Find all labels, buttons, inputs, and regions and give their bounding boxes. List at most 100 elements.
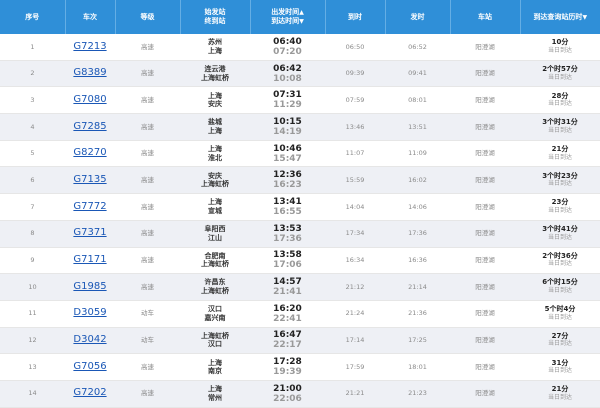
duration-cell: 6个时15分 当日到达 (520, 273, 600, 301)
train-cell[interactable]: G7080 (65, 86, 115, 115)
depart-time: 13:53 (273, 223, 302, 234)
arrival-day: 当日到达 (547, 46, 572, 54)
header-stations-line1: 始发站 (204, 8, 226, 16)
train-number-link[interactable]: G8389 (73, 67, 106, 78)
train-number-link[interactable]: G7285 (73, 121, 106, 132)
train-grade: 高速 (115, 86, 180, 115)
train-cell[interactable]: G7171 (65, 247, 115, 275)
train-cell[interactable]: G7056 (65, 353, 115, 381)
train-number-link[interactable]: G1985 (73, 281, 106, 292)
destination-station: 上海 (208, 126, 222, 135)
arrival-day: 当日到达 (547, 180, 572, 188)
train-number-link[interactable]: G7171 (73, 254, 106, 265)
arrive-time: 15:47 (273, 153, 302, 164)
depart-time: 12:36 (273, 170, 302, 181)
row-seq: 6 (0, 166, 65, 195)
train-cell[interactable]: G7202 (65, 380, 115, 408)
sort-up-icon[interactable]: ▲ (299, 8, 304, 17)
arrive-at-station: 06:50 (325, 34, 385, 61)
train-cell[interactable]: D3059 (65, 300, 115, 328)
query-station: 阳澄湖 (450, 34, 520, 61)
train-number-link[interactable]: G7202 (73, 387, 106, 398)
depart-from-station: 21:14 (385, 273, 450, 301)
destination-station: 上海虹桥 (201, 180, 229, 189)
depart-time: 16:47 (273, 330, 302, 341)
header-train: 车次 (65, 0, 116, 34)
query-station: 阳澄湖 (450, 273, 520, 301)
duration-value: 2个时57分 (542, 64, 578, 73)
train-cell[interactable]: D3042 (65, 327, 115, 355)
origin-station: 连云港 (204, 64, 226, 73)
train-cell[interactable]: G8270 (65, 140, 115, 168)
train-cell[interactable]: G7772 (65, 193, 115, 221)
depart-arrive-times: 14:57 21:41 (250, 273, 325, 301)
origin-destination: 苏州 上海 (180, 34, 250, 61)
origin-station: 盐城 (208, 118, 222, 127)
train-number-link[interactable]: G7213 (73, 41, 106, 52)
table-row: 14 G7202 高速 上海 常州 21:00 22:06 21:21 21:23 阳澄湖 21分当… (0, 380, 600, 408)
arrive-time: 17:06 (273, 260, 302, 271)
train-cell[interactable]: G7213 (65, 34, 115, 61)
row-seq: 8 (0, 220, 65, 248)
arrival-day: 当日到达 (547, 260, 572, 268)
destination-station: 上海虹桥 (201, 73, 229, 82)
depart-from-station: 17:36 (385, 220, 450, 248)
origin-station: 阜阳西 (204, 225, 226, 234)
arrive-at-station: 16:34 (325, 247, 385, 275)
train-number-link[interactable]: D3059 (73, 307, 106, 318)
arrive-at-station: 17:34 (325, 220, 385, 248)
arrival-day: 当日到达 (547, 153, 572, 161)
train-cell[interactable]: G8389 (65, 60, 115, 88)
train-cell[interactable]: G1985 (65, 273, 115, 301)
train-number-link[interactable]: D3042 (73, 334, 106, 345)
train-number-link[interactable]: G8270 (73, 147, 106, 158)
sort-by-arrive[interactable]: 到达时间▼ (271, 17, 304, 25)
query-station: 阳澄湖 (450, 380, 520, 408)
header-row: 序号 车次 等级 始发站 终到站 出发时间▲ 到达时间▼ 到时 发时 车站 到达… (0, 0, 600, 34)
arrive-time: 16:55 (273, 206, 302, 217)
sort-down-icon[interactable]: ▼ (299, 17, 304, 26)
train-grade: 高速 (115, 380, 180, 408)
sort-down-icon[interactable]: ▼ (582, 13, 587, 22)
arrive-time: 14:19 (273, 126, 302, 137)
arrive-at-station: 17:14 (325, 327, 385, 355)
row-seq: 11 (0, 300, 65, 328)
duration-value: 31分 (551, 358, 569, 367)
header-duration[interactable]: 到达查询站历时▼ (520, 0, 600, 34)
duration-value: 21分 (551, 145, 569, 153)
origin-destination: 上海 南京 (180, 353, 250, 381)
train-number-link[interactable]: G7080 (73, 94, 106, 105)
header-depart: 发时 (385, 0, 451, 34)
train-number-link[interactable]: G7135 (73, 174, 106, 185)
depart-arrive-times: 13:53 17:36 (250, 220, 325, 248)
query-station: 阳澄湖 (450, 247, 520, 275)
duration-value: 3个时31分 (542, 118, 578, 127)
duration-cell: 3个时31分 当日到达 (520, 113, 600, 141)
depart-from-station: 06:52 (385, 34, 450, 61)
sort-by-depart[interactable]: 出发时间▲ (271, 8, 304, 16)
origin-destination: 上海 宣城 (180, 193, 250, 221)
depart-time: 17:28 (273, 357, 302, 368)
arrival-day: 当日到达 (547, 233, 572, 241)
train-cell[interactable]: G7135 (65, 166, 115, 195)
arrive-at-station: 14:04 (325, 193, 385, 221)
row-seq: 1 (0, 34, 65, 61)
header-stations: 始发站 终到站 (180, 0, 251, 34)
destination-station: 上海虹桥 (201, 260, 229, 269)
train-number-link[interactable]: G7772 (73, 201, 106, 212)
arrive-at-station: 17:59 (325, 353, 385, 381)
train-number-link[interactable]: G7056 (73, 361, 106, 372)
depart-time: 10:46 (273, 143, 302, 154)
depart-time: 13:58 (273, 250, 302, 261)
origin-destination: 上海 淮北 (180, 140, 250, 168)
train-cell[interactable]: G7371 (65, 220, 115, 248)
train-cell[interactable]: G7285 (65, 113, 115, 141)
origin-station: 汉口 (208, 305, 222, 314)
table-row: 1 G7213 高速 苏州 上海 06:40 07:20 06:50 06:52 阳澄湖 10分 当日… (0, 34, 600, 61)
query-station: 阳澄湖 (450, 193, 520, 221)
depart-arrive-times: 16:47 22:17 (250, 327, 325, 355)
arrival-day: 当日到达 (547, 367, 572, 375)
header-times[interactable]: 出发时间▲ 到达时间▼ (250, 0, 326, 34)
train-number-link[interactable]: G7371 (73, 227, 106, 238)
depart-from-station: 14:06 (385, 193, 450, 221)
